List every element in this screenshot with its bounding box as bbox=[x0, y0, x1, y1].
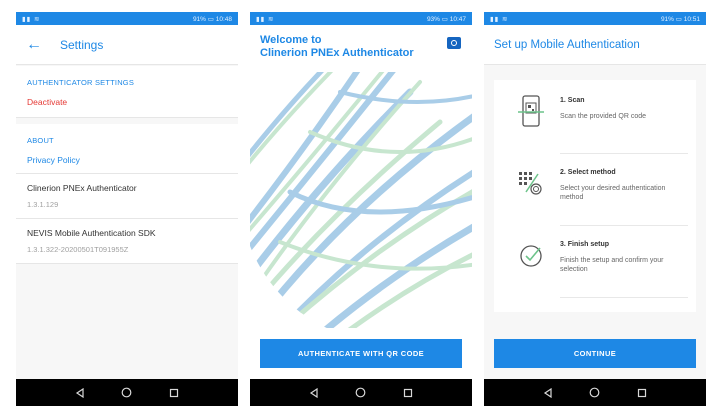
step-title: 1. Scan bbox=[560, 97, 585, 104]
authenticate-qr-button[interactable]: AUTHENTICATE WITH QR CODE bbox=[260, 339, 462, 368]
signal-icon: ▮▮ ≋ bbox=[490, 15, 509, 23]
status-bar: ▮▮ ≋ 91% ▭ 10:51 bbox=[484, 12, 706, 25]
back-triangle-icon[interactable] bbox=[73, 386, 87, 400]
battery-level: 91% bbox=[660, 15, 674, 23]
home-circle-icon[interactable] bbox=[354, 386, 368, 400]
welcome-screen: ▮▮ ≋ 93% ▭ 10:47 Welcome to Clinerion PN… bbox=[250, 12, 472, 406]
divider bbox=[560, 153, 688, 154]
step-description: Scan the provided QR code bbox=[560, 113, 646, 120]
signal-icon: ▮▮ ≋ bbox=[22, 15, 41, 23]
step-description: Finish the setup and confirm your select… bbox=[560, 257, 664, 273]
android-nav-bar bbox=[250, 379, 472, 406]
home-circle-icon[interactable] bbox=[588, 386, 602, 400]
camera-icon[interactable] bbox=[447, 37, 461, 49]
continue-button[interactable]: CONTINUE bbox=[494, 339, 696, 368]
app-bar: Welcome to Clinerion PNEx Authenticator bbox=[250, 25, 472, 65]
home-circle-icon[interactable] bbox=[120, 386, 134, 400]
status-bar: ▮▮ ≋ 93% ▭ 10:47 bbox=[250, 12, 472, 25]
page-title: Set up Mobile Authentication bbox=[494, 38, 640, 51]
section-header: AUTHENTICATOR SETTINGS bbox=[27, 78, 135, 87]
app-info-row: Clinerion PNEx Authenticator 1.3.1.129 bbox=[16, 173, 238, 219]
app-name: Clinerion PNEx Authenticator bbox=[27, 183, 137, 193]
recents-square-icon[interactable] bbox=[635, 386, 649, 400]
arrow-left-icon[interactable]: ← bbox=[26, 36, 46, 54]
divider bbox=[560, 225, 688, 226]
keypad-fingerprint-icon bbox=[519, 172, 542, 195]
battery-level: 93% bbox=[426, 15, 440, 23]
sdk-name: NEVIS Mobile Authentication SDK bbox=[27, 228, 156, 238]
step-title: 3. Finish setup bbox=[560, 241, 610, 248]
divider bbox=[560, 297, 688, 298]
settings-screen: ▮▮ ≋ 91% ▭ 10:48 ← Settings AUTHENTICATO… bbox=[16, 12, 238, 406]
decorative-stripes-illustration bbox=[250, 72, 472, 328]
welcome-title-line1: Welcome to bbox=[260, 34, 322, 46]
android-nav-bar bbox=[16, 379, 238, 406]
back-triangle-icon[interactable] bbox=[541, 386, 555, 400]
signal-icon: ▮▮ ≋ bbox=[256, 15, 275, 23]
phone-qr-scan-icon bbox=[518, 95, 544, 127]
setup-screen: ▮▮ ≋ 91% ▭ 10:51 Set up Mobile Authentic… bbox=[484, 12, 706, 406]
android-nav-bar bbox=[484, 379, 706, 406]
recents-square-icon[interactable] bbox=[401, 386, 415, 400]
clock: 10:51 bbox=[683, 15, 700, 23]
clock: 10:48 bbox=[215, 15, 232, 23]
settings-list: AUTHENTICATOR SETTINGS Deactivate ABOUT … bbox=[16, 66, 238, 264]
app-version: 1.3.1.129 bbox=[27, 200, 59, 209]
page-title: Settings bbox=[60, 37, 104, 52]
sdk-version: 1.3.1.322-20200501T091955Z bbox=[27, 245, 129, 254]
about-section: ABOUT Privacy Policy bbox=[16, 124, 238, 173]
privacy-policy-link[interactable]: Privacy Policy bbox=[27, 155, 227, 165]
step-title: 2. Select method bbox=[560, 169, 616, 176]
clock: 10:47 bbox=[449, 15, 466, 23]
step-select-method: 2. Select method Select your desired aut… bbox=[494, 160, 696, 226]
deactivate-link[interactable]: Deactivate bbox=[27, 97, 227, 107]
back-triangle-icon[interactable] bbox=[307, 386, 321, 400]
battery-level: 91% bbox=[192, 15, 206, 23]
app-bar: Set up Mobile Authentication bbox=[484, 25, 706, 65]
welcome-title-line2: Clinerion PNEx Authenticator bbox=[260, 47, 414, 59]
step-scan: 1. Scan Scan the provided QR code bbox=[494, 88, 696, 154]
section-header: ABOUT bbox=[27, 136, 54, 145]
check-circle-icon bbox=[520, 245, 542, 267]
sdk-info-row: NEVIS Mobile Authentication SDK 1.3.1.32… bbox=[16, 219, 238, 264]
step-description: Select your desired authentication metho… bbox=[560, 185, 666, 201]
authenticator-settings-section: AUTHENTICATOR SETTINGS Deactivate bbox=[16, 66, 238, 118]
recents-square-icon[interactable] bbox=[167, 386, 181, 400]
step-finish-setup: 3. Finish setup Finish the setup and con… bbox=[494, 232, 696, 298]
setup-steps-card: 1. Scan Scan the provided QR code 2. Sel… bbox=[494, 80, 696, 312]
status-bar: ▮▮ ≋ 91% ▭ 10:48 bbox=[16, 12, 238, 25]
app-bar: ← Settings bbox=[16, 25, 238, 65]
